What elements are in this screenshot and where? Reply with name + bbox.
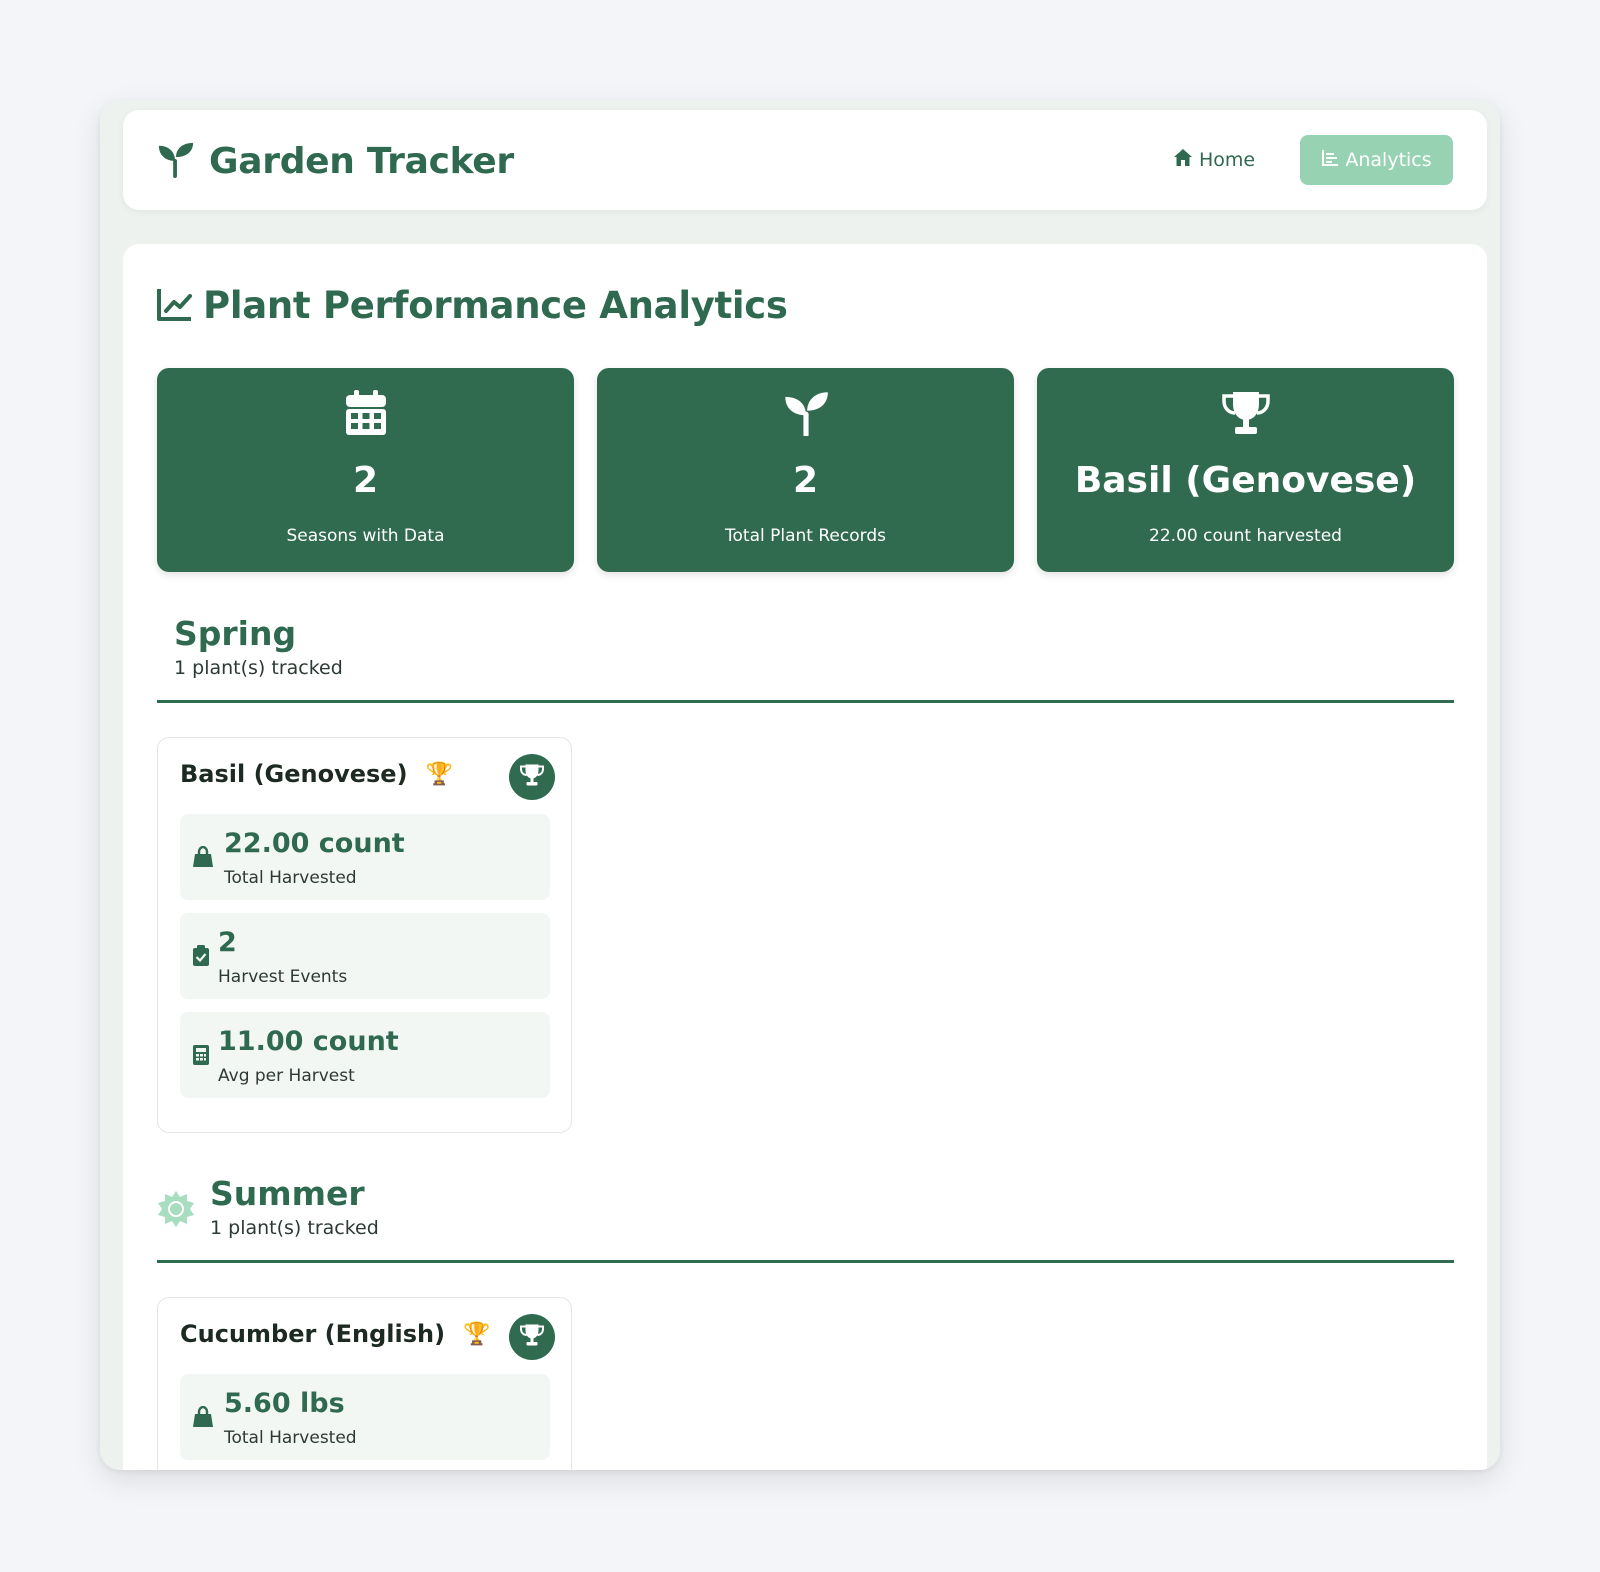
- plant-card[interactable]: Cucumber (English) 🏆 5.60 lbs Total Harv…: [157, 1297, 572, 1470]
- page-header: Plant Performance Analytics: [157, 284, 788, 327]
- metric-harvest-events: 2 Harvest Events: [180, 913, 550, 999]
- seedling-icon: [157, 140, 195, 182]
- stat-card-records: 2 Total Plant Records: [597, 368, 1014, 572]
- calculator-icon: [192, 1044, 210, 1070]
- chart-line-icon: [157, 287, 193, 325]
- stat-card-top-plant: Basil (Genovese) 22.00 count harvested: [1037, 368, 1454, 572]
- trophy-icon: [519, 763, 545, 791]
- nav-home-link[interactable]: Home: [1173, 148, 1255, 172]
- analytics-panel: Plant Performance Analytics 2 Seasons wi…: [123, 244, 1487, 1470]
- season-count: 1 plant(s) tracked: [174, 657, 343, 679]
- stat-value: Basil (Genovese): [1074, 460, 1417, 501]
- calendar-icon: [345, 390, 387, 440]
- season-header-spring: Spring 1 plant(s) tracked: [157, 614, 1454, 704]
- home-icon: [1173, 148, 1193, 172]
- metric-avg-per-harvest: 11.00 count Avg per Harvest: [180, 1012, 550, 1098]
- metric-value: 22.00 count: [224, 828, 405, 859]
- stat-value: 2: [352, 460, 379, 501]
- seedling-icon: [783, 390, 829, 440]
- stat-value: 2: [792, 460, 819, 501]
- sun-icon: [157, 1190, 195, 1232]
- metric-total-harvested: 22.00 count Total Harvested: [180, 814, 550, 900]
- nav-analytics-label: Analytics: [1345, 149, 1432, 171]
- season-divider: [157, 1260, 1454, 1263]
- metric-value: 5.60 lbs: [224, 1388, 345, 1419]
- trophy-icon: [519, 1323, 545, 1351]
- season-divider: [157, 700, 1454, 703]
- stat-label: Seasons with Data: [286, 526, 445, 546]
- season-header-summer: Summer 1 plant(s) tracked: [157, 1174, 1454, 1274]
- stat-label: Total Plant Records: [725, 526, 886, 546]
- metric-label: Avg per Harvest: [218, 1066, 355, 1086]
- top-navbar: Garden Tracker Home Analytics: [123, 110, 1487, 210]
- metric-value: 11.00 count: [218, 1026, 399, 1057]
- plant-name: Basil (Genovese): [180, 760, 408, 788]
- plant-card[interactable]: Basil (Genovese) 🏆 22.00 count Total Har…: [157, 737, 572, 1133]
- nav-analytics-button[interactable]: Analytics: [1300, 135, 1453, 185]
- plant-name: Cucumber (English): [180, 1320, 446, 1348]
- metric-total-harvested: 5.60 lbs Total Harvested: [180, 1374, 550, 1460]
- shopping-bag-icon: [192, 845, 214, 872]
- stat-card-seasons: 2 Seasons with Data: [157, 368, 574, 572]
- brand[interactable]: Garden Tracker: [157, 140, 514, 182]
- season-name: Summer: [210, 1174, 365, 1213]
- clipboard-check-icon: [192, 945, 210, 971]
- metric-label: Total Harvested: [224, 1428, 357, 1448]
- trophy-icon: [1220, 390, 1272, 440]
- trophy-icon: 🏆: [463, 1321, 491, 1347]
- trophy-icon: 🏆: [425, 761, 453, 787]
- chart-bar-icon: [1321, 149, 1339, 172]
- nav-home-label: Home: [1199, 149, 1256, 171]
- stat-label: 22.00 count harvested: [1149, 526, 1342, 546]
- app-window: Garden Tracker Home Analytics Plant Perf…: [100, 100, 1500, 1470]
- metric-label: Harvest Events: [218, 967, 348, 987]
- metric-label: Total Harvested: [224, 868, 357, 888]
- page-title: Plant Performance Analytics: [203, 284, 788, 327]
- season-count: 1 plant(s) tracked: [210, 1217, 379, 1239]
- season-name: Spring: [174, 614, 297, 653]
- shopping-bag-icon: [192, 1405, 214, 1432]
- top-performer-badge: [509, 754, 555, 800]
- top-performer-badge: [509, 1314, 555, 1360]
- metric-value: 2: [218, 927, 237, 958]
- app-title: Garden Tracker: [209, 140, 514, 182]
